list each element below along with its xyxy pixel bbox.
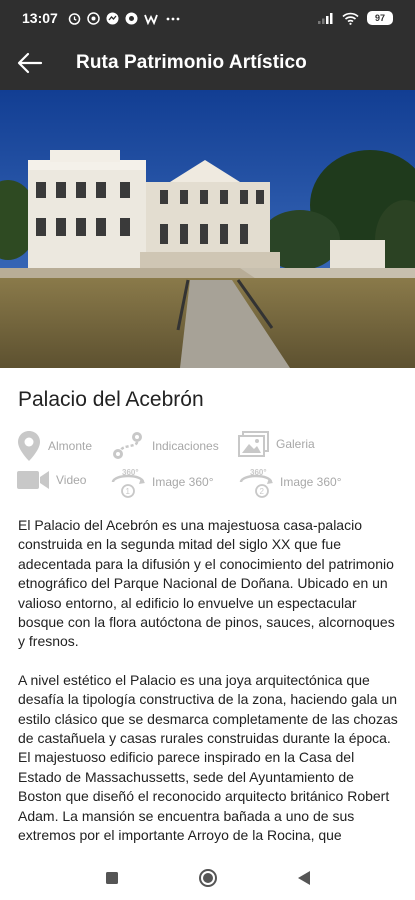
status-time: 13:07 — [22, 10, 58, 26]
image360-button-2[interactable]: 360° 2 Image 360° — [238, 466, 342, 498]
page-title: Ruta Patrimonio Artístico — [76, 52, 307, 73]
system-nav-bar — [0, 855, 415, 900]
recents-button[interactable] — [99, 865, 125, 891]
gallery-button[interactable]: Galeria — [238, 430, 315, 458]
image360-button-1[interactable]: 360° 1 Image 360° — [110, 466, 214, 498]
status-bar: 13:07 97 — [0, 0, 415, 36]
signal-icon — [318, 13, 333, 24]
svg-text:1: 1 — [126, 487, 131, 496]
video-label: Video — [56, 473, 87, 487]
triangle-back-icon — [297, 870, 310, 885]
description-paragraph-2: A nivel estético el Palacio es una joya … — [18, 671, 398, 844]
notification-icons — [68, 11, 180, 25]
more-notifications-icon — [166, 17, 180, 20]
battery-icon: 97 — [367, 11, 393, 25]
detail-content: Palacio del Acebrón Almonte Indicaciones… — [0, 368, 415, 855]
alarm-icon — [68, 12, 81, 25]
app-bar: Ruta Patrimonio Artístico — [0, 36, 415, 90]
square-icon — [105, 871, 118, 884]
webtoon-icon — [143, 14, 158, 25]
video-camera-icon — [17, 471, 49, 489]
panorama-360-1-icon: 360°1 — [111, 468, 145, 498]
wifi-icon — [342, 12, 359, 25]
image360-label-2: Image 360° — [280, 475, 342, 489]
image360-label-1: Image 360° — [152, 475, 214, 489]
description: El Palacio del Acebrón es una majestuosa… — [18, 516, 398, 855]
gallery-icon — [238, 431, 269, 457]
description-paragraph-1: El Palacio del Acebrón es una majestuosa… — [18, 517, 395, 650]
location-button[interactable]: Almonte — [16, 430, 92, 462]
location-pin-icon — [18, 431, 40, 461]
home-button[interactable] — [195, 865, 221, 891]
circle-icon — [198, 868, 217, 887]
svg-text:2: 2 — [260, 487, 265, 496]
video-button[interactable]: Video — [16, 468, 86, 492]
place-title: Palacio del Acebrón — [18, 388, 204, 411]
back-button[interactable] — [0, 36, 60, 90]
system-back-button[interactable] — [291, 865, 317, 891]
directions-label: Indicaciones — [152, 439, 219, 453]
app-notification-icon — [87, 11, 100, 25]
route-icon — [113, 432, 142, 459]
chat-icon — [125, 12, 138, 24]
hero-photo — [0, 90, 415, 368]
arrow-left-icon — [17, 52, 43, 74]
gallery-label: Galeria — [276, 437, 315, 451]
location-label: Almonte — [48, 439, 93, 453]
panorama-360-2-icon: 360°2 — [239, 468, 273, 498]
directions-button[interactable]: Indicaciones — [110, 430, 219, 462]
messenger-icon — [106, 12, 119, 24]
